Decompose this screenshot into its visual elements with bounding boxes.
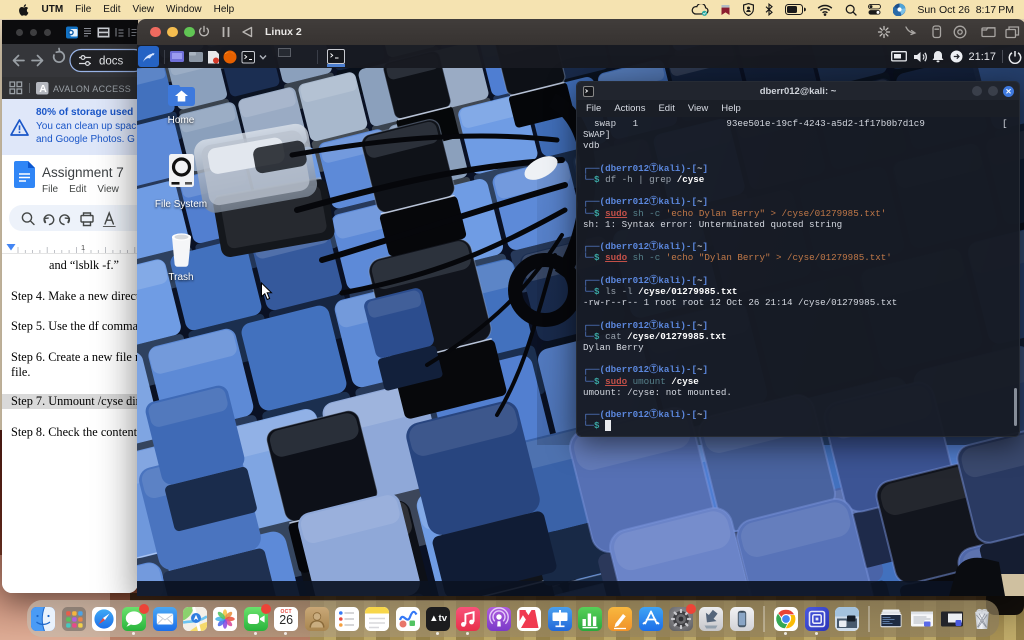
svg-text:AVALON ACCESS: AVALON ACCESS	[53, 84, 131, 94]
svg-text:docs: docs	[99, 56, 124, 68]
svg-text:1: 1	[81, 243, 85, 252]
svg-text:A: A	[39, 83, 47, 95]
